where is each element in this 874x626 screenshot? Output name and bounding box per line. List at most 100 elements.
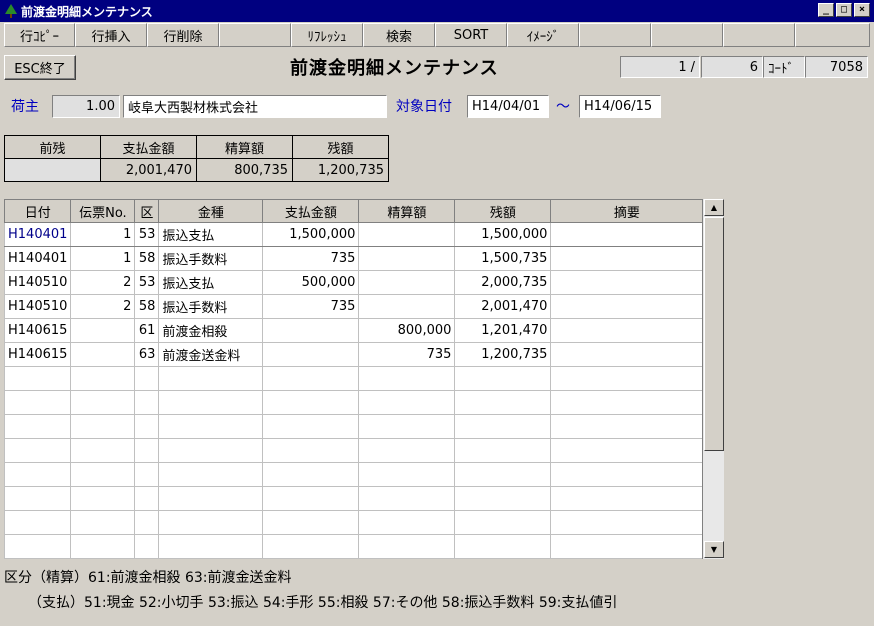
table-row-empty[interactable] — [3, 390, 704, 415]
grid-cell[interactable]: 800,000 — [358, 318, 456, 343]
grid-cell[interactable] — [358, 486, 456, 511]
grid-cell[interactable]: 735 — [262, 294, 360, 319]
grid-cell[interactable] — [262, 534, 360, 559]
table-row-empty[interactable] — [3, 534, 704, 559]
grid-cell[interactable] — [70, 462, 136, 487]
grid-cell[interactable] — [550, 366, 704, 391]
grid-header-balance[interactable]: 残額 — [454, 199, 552, 223]
grid-header-memo[interactable]: 摘要 — [550, 199, 704, 223]
grid-cell[interactable] — [358, 534, 456, 559]
grid-cell[interactable]: H140401 — [3, 222, 72, 247]
table-row-empty[interactable] — [3, 438, 704, 463]
grid-cell[interactable] — [358, 510, 456, 535]
grid-cell[interactable] — [550, 462, 704, 487]
grid-cell[interactable] — [550, 534, 704, 559]
toolbar-blank-button[interactable] — [219, 23, 291, 47]
grid-cell[interactable]: 735 — [358, 342, 456, 367]
grid-cell[interactable] — [358, 246, 456, 271]
table-row-empty[interactable] — [3, 366, 704, 391]
grid-cell[interactable]: 63 — [134, 342, 160, 367]
grid-cell[interactable] — [262, 414, 360, 439]
grid-cell[interactable] — [158, 414, 264, 439]
delete-row-button[interactable]: 行削除 — [147, 23, 219, 47]
grid-cell[interactable] — [550, 318, 704, 343]
grid-cell[interactable]: 振込支払 — [158, 222, 264, 247]
grid-cell[interactable]: H140615 — [3, 342, 72, 367]
grid-cell[interactable]: 振込支払 — [158, 270, 264, 295]
grid-cell[interactable] — [70, 318, 136, 343]
grid-cell[interactable]: H140615 — [3, 318, 72, 343]
grid-header-slip-no[interactable]: 伝票No. — [70, 199, 136, 223]
grid-cell[interactable] — [454, 390, 552, 415]
close-button[interactable]: × — [854, 3, 870, 17]
grid-cell[interactable]: 前渡金相殺 — [158, 318, 264, 343]
grid-cell[interactable] — [550, 390, 704, 415]
grid-cell[interactable] — [550, 414, 704, 439]
toolbar-blank-button[interactable] — [651, 23, 723, 47]
grid-cell[interactable]: 58 — [134, 246, 160, 271]
grid-cell[interactable]: 1 — [70, 222, 136, 247]
grid-cell[interactable] — [3, 510, 72, 535]
grid-cell[interactable]: 2 — [70, 294, 136, 319]
table-row-empty[interactable] — [3, 462, 704, 487]
grid-cell[interactable]: 2,000,735 — [454, 270, 552, 295]
table-row[interactable]: H140510 2 58 振込手数料 735 2,001,470 — [3, 294, 704, 319]
grid-cell[interactable] — [454, 510, 552, 535]
grid-cell[interactable] — [262, 342, 360, 367]
grid-cell[interactable] — [262, 438, 360, 463]
grid-cell[interactable] — [262, 390, 360, 415]
date-to-field[interactable]: H14/06/15 — [579, 95, 661, 118]
grid-cell[interactable] — [158, 534, 264, 559]
search-button[interactable]: 検索 — [363, 23, 435, 47]
grid-cell[interactable] — [70, 534, 136, 559]
image-button[interactable]: ｲﾒｰｼﾞ — [507, 23, 579, 47]
grid-cell[interactable] — [134, 390, 160, 415]
grid-cell[interactable] — [70, 366, 136, 391]
grid-cell[interactable] — [358, 294, 456, 319]
grid-cell[interactable] — [3, 366, 72, 391]
grid-cell[interactable] — [70, 390, 136, 415]
grid-cell[interactable]: 58 — [134, 294, 160, 319]
grid-cell[interactable] — [134, 534, 160, 559]
date-from-field[interactable]: H14/04/01 — [467, 95, 549, 118]
shipper-name-field[interactable]: 岐阜大西製材株式会社 — [123, 95, 387, 118]
grid-cell[interactable]: 2 — [70, 270, 136, 295]
grid-cell[interactable] — [158, 390, 264, 415]
grid-cell[interactable] — [262, 318, 360, 343]
toolbar-blank-button[interactable] — [795, 23, 870, 47]
grid-cell[interactable] — [262, 462, 360, 487]
grid-cell[interactable] — [550, 342, 704, 367]
grid-header-type[interactable]: 金種 — [158, 199, 264, 223]
grid-cell[interactable] — [262, 486, 360, 511]
grid-cell[interactable] — [550, 294, 704, 319]
scroll-down-icon[interactable]: ▼ — [704, 541, 724, 558]
scroll-thumb[interactable] — [704, 217, 724, 451]
table-row[interactable]: H140510 2 53 振込支払 500,000 2,000,735 — [3, 270, 704, 295]
grid-cell[interactable]: 2,001,470 — [454, 294, 552, 319]
maximize-button[interactable]: □ — [836, 3, 852, 17]
shipper-code-field[interactable]: 1.00 — [52, 95, 120, 118]
grid-cell[interactable] — [262, 510, 360, 535]
table-row[interactable]: H140615 63 前渡金送金料 735 1,200,735 — [3, 342, 704, 367]
table-row-empty[interactable] — [3, 414, 704, 439]
grid-cell[interactable] — [358, 270, 456, 295]
grid-cell[interactable]: 53 — [134, 222, 160, 247]
grid-cell[interactable] — [158, 486, 264, 511]
table-row-empty[interactable] — [3, 510, 704, 535]
grid-cell[interactable]: 61 — [134, 318, 160, 343]
grid-cell[interactable] — [358, 222, 456, 247]
table-row[interactable]: H140615 61 前渡金相殺 800,000 1,201,470 — [3, 318, 704, 343]
grid-cell[interactable] — [134, 462, 160, 487]
grid-cell[interactable]: 1,500,000 — [262, 222, 360, 247]
grid-scrollbar[interactable]: ▲ ▼ — [702, 199, 724, 559]
grid-cell[interactable] — [158, 366, 264, 391]
grid-cell[interactable] — [550, 222, 704, 247]
grid-cell[interactable] — [454, 366, 552, 391]
grid-cell[interactable]: H140510 — [3, 270, 72, 295]
table-row[interactable]: H140401 1 58 振込手数料 735 1,500,735 — [3, 246, 704, 271]
grid-cell[interactable] — [3, 414, 72, 439]
sort-button[interactable]: SORT — [435, 23, 507, 47]
table-row-empty[interactable] — [3, 486, 704, 511]
grid-cell[interactable] — [70, 438, 136, 463]
grid-cell[interactable] — [358, 366, 456, 391]
